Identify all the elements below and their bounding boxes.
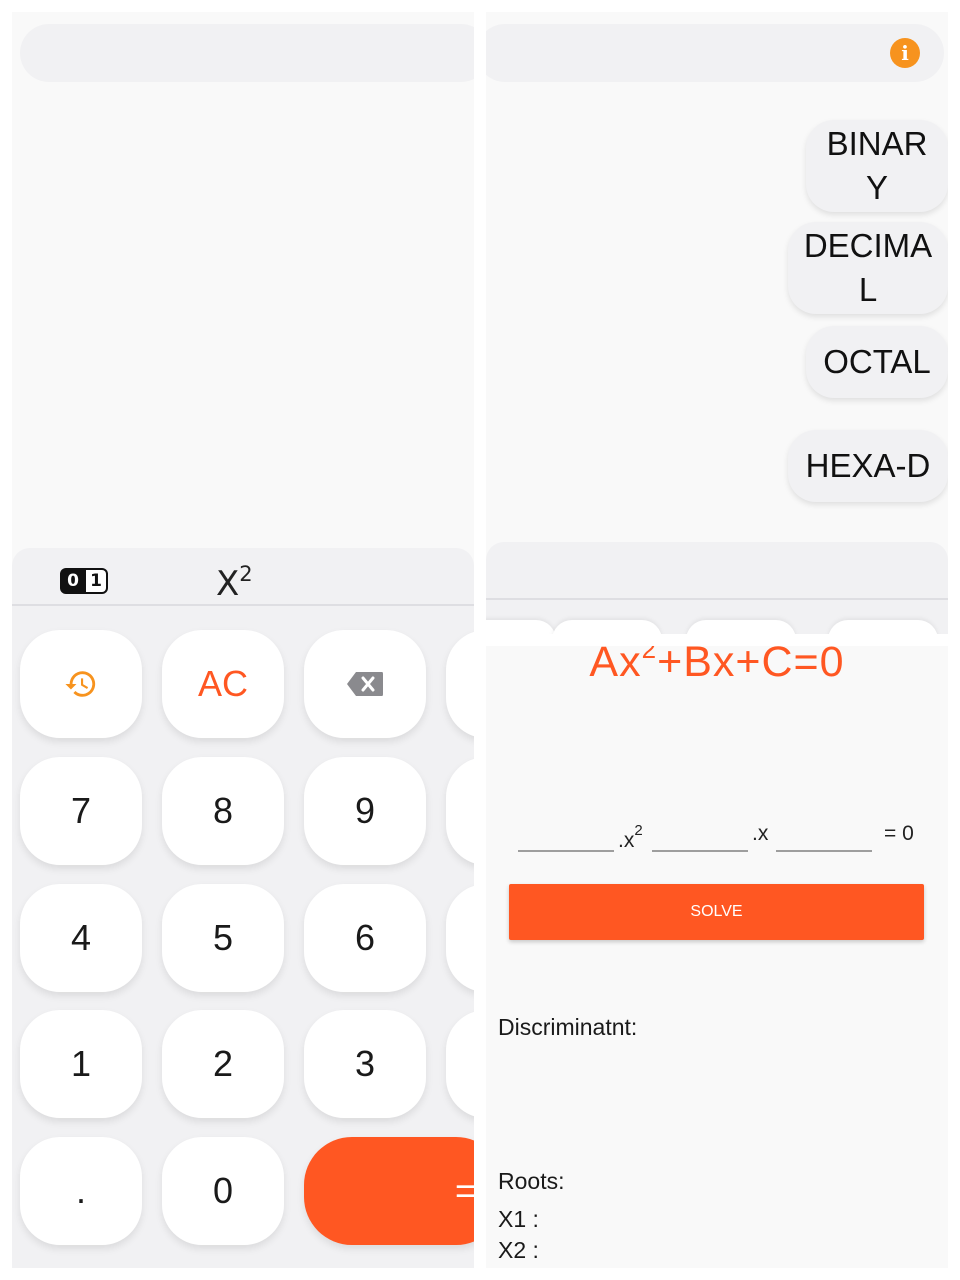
digit-6-button[interactable]: 6 xyxy=(304,884,426,992)
coefficient-c-input[interactable] xyxy=(776,850,872,852)
equation-title: Ax2+Bx+C=0 xyxy=(486,646,948,687)
mode-bar: 0 1 X2 xyxy=(12,548,474,606)
equals-button[interactable]: = xyxy=(304,1137,474,1245)
history-button[interactable] xyxy=(20,630,142,738)
x-squared-exponent: 2 xyxy=(634,822,643,839)
root-x2-label: X2 : xyxy=(498,1237,539,1263)
info-icon[interactable]: i xyxy=(890,38,920,68)
hexadecimal-button[interactable]: HEXA-D xyxy=(788,430,948,502)
quadratic-solver-panel: Ax2+Bx+C=0 .x2 .x = 0 SOLVE Discriminatn… xyxy=(486,646,948,1268)
x-squared-label: .x2 xyxy=(618,822,643,853)
digit-4-button[interactable]: 4 xyxy=(20,884,142,992)
equation-title-rest: +Bx+C=0 xyxy=(657,646,845,686)
key-peek xyxy=(552,620,662,634)
decimal-button[interactable]: DECIMA L xyxy=(788,222,948,314)
octal-button[interactable]: OCTAL xyxy=(806,326,948,398)
key-peek xyxy=(486,620,556,634)
root-x1-label: X1 : xyxy=(498,1206,539,1232)
quadratic-mode-button[interactable]: X2 xyxy=(216,562,253,604)
decimal-point-button[interactable]: . xyxy=(20,1137,142,1245)
calculator-panel: 0 1 X2 AC 7 8 9 4 5 6 1 2 3 . 0 = xyxy=(12,12,474,1268)
digit-7-button[interactable]: 7 xyxy=(20,757,142,865)
clear-all-button[interactable]: AC xyxy=(162,630,284,738)
key-peek xyxy=(686,620,796,634)
x-label: .x xyxy=(752,822,769,845)
x-squared-text: .x xyxy=(618,829,635,852)
backspace-icon xyxy=(347,672,383,696)
square-exponent: 2 xyxy=(239,562,253,586)
backspace-button[interactable] xyxy=(304,630,426,738)
history-icon xyxy=(65,671,96,697)
digit-2-button[interactable]: 2 xyxy=(162,1010,284,1118)
decimal-label-line1: DECIMA xyxy=(803,227,933,264)
binary-button[interactable]: BINAR Y xyxy=(806,120,948,212)
binary-label-line1: BINAR xyxy=(826,125,928,162)
digit-8-button[interactable]: 8 xyxy=(162,757,284,865)
digit-5-button[interactable]: 5 xyxy=(162,884,284,992)
equation-title-exponent: 2 xyxy=(641,646,658,664)
digit-3-button[interactable]: 3 xyxy=(304,1010,426,1118)
key-peek xyxy=(828,620,938,634)
base-converter-panel: i BINAR Y DECIMA L OCTAL HEXA-D xyxy=(486,12,948,634)
binary-zero-glyph: 0 xyxy=(60,568,86,594)
coefficient-a-input[interactable] xyxy=(518,850,614,852)
digit-0-button[interactable]: 0 xyxy=(162,1137,284,1245)
digit-1-button[interactable]: 1 xyxy=(20,1010,142,1118)
solve-button[interactable]: SOLVE xyxy=(509,884,924,940)
equation-title-a: Ax xyxy=(589,646,642,686)
converter-display-bar xyxy=(486,24,944,82)
display-bar xyxy=(20,24,474,82)
digit-9-button[interactable]: 9 xyxy=(304,757,426,865)
square-base: X xyxy=(216,564,240,604)
roots-label: Roots: xyxy=(498,1168,565,1194)
binary-label-line2: Y xyxy=(865,169,888,206)
decimal-label-line2: L xyxy=(858,271,878,308)
binary-mode-toggle[interactable]: 0 1 xyxy=(60,568,108,594)
mode-bar-divider xyxy=(486,598,948,600)
coefficient-b-input[interactable] xyxy=(652,850,748,852)
binary-one-glyph: 1 xyxy=(86,568,108,594)
discriminant-label: Discriminatnt: xyxy=(498,1014,638,1040)
equals-zero-label: = 0 xyxy=(884,822,914,845)
